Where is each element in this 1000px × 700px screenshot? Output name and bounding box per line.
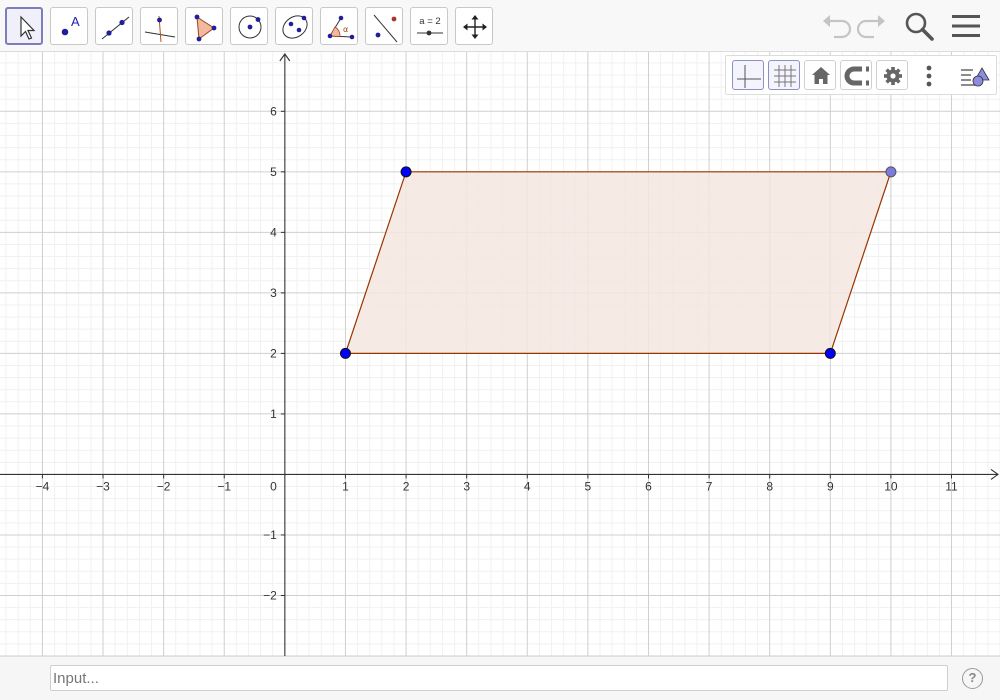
parallelogram[interactable] — [339, 166, 897, 359]
point-tool-button[interactable]: A — [50, 7, 88, 45]
x-tick-label: −1 — [217, 479, 231, 493]
search-button[interactable] — [901, 8, 937, 44]
home-icon — [812, 67, 830, 84]
algebra-input-field[interactable] — [50, 665, 948, 691]
axes-toggle-icon — [737, 65, 761, 88]
parallelogram-polygon[interactable] — [344, 171, 892, 354]
polygon-tool-button[interactable] — [185, 7, 223, 45]
x-tick-label: 6 — [645, 479, 652, 493]
input-help-button[interactable]: ? — [962, 668, 983, 689]
move-graphics-view-tool-button[interactable] — [455, 7, 493, 45]
settings-button[interactable] — [876, 60, 908, 90]
more-vertical-icon — [926, 65, 932, 87]
angle-tool-button[interactable]: α — [320, 7, 358, 45]
origin-label: 0 — [270, 479, 277, 493]
grid-toggle-icon — [774, 65, 796, 87]
y-tick-label: 5 — [270, 165, 277, 179]
x-tick-label: 8 — [766, 479, 773, 493]
graphics-canvas[interactable]: −4 −3 −2 −1 1 2 3 4 5 6 7 8 9 10 11 6 5 4 3 2 1 −1 −2 0 — [0, 52, 1000, 656]
main-menu-button[interactable] — [948, 8, 984, 44]
move-cursor-icon — [20, 15, 36, 40]
undo-icon — [823, 15, 852, 39]
x-tick-label: 5 — [585, 479, 592, 493]
x-tick-label: −4 — [36, 479, 50, 493]
more-options-button[interactable] — [912, 60, 944, 90]
standard-view-button[interactable] — [804, 60, 836, 90]
vertex-point[interactable] — [885, 166, 897, 178]
redo-icon — [856, 15, 885, 39]
y-tick-label: 4 — [270, 225, 277, 239]
y-tick-label: 3 — [270, 286, 277, 300]
x-tick-label: 2 — [403, 479, 410, 493]
graphics-view-icon — [961, 67, 990, 87]
y-tick-label: 2 — [270, 346, 277, 360]
menu-icon — [952, 15, 980, 37]
line-tool-button[interactable] — [95, 7, 133, 45]
undo-button[interactable] — [818, 8, 854, 44]
point-capturing-button[interactable] — [840, 60, 872, 90]
input-bar: ? — [0, 656, 1000, 700]
x-tick-label: 11 — [945, 479, 958, 493]
angle-icon: α — [327, 15, 355, 40]
ellipse-icon — [282, 15, 308, 39]
x-tick-label: 7 — [706, 479, 713, 493]
toggle-grid-button[interactable] — [768, 60, 800, 90]
x-tick-label: 1 — [342, 479, 349, 493]
vertex-point[interactable] — [824, 347, 836, 359]
toolbar: A α a = 2 — [0, 0, 1000, 52]
grid — [0, 52, 1000, 656]
y-tick-label: 1 — [270, 407, 277, 421]
reflect-tool-button[interactable] — [365, 7, 403, 45]
point-tool-label: A — [71, 14, 80, 29]
circle-center-point-icon — [238, 15, 262, 39]
graphics-view-menu-button[interactable] — [958, 60, 990, 90]
x-tick-label: 3 — [463, 479, 470, 493]
conic-tool-button[interactable] — [275, 7, 313, 45]
graphics-style-bar — [725, 55, 997, 95]
polygon-icon — [194, 14, 217, 42]
y-tick-label: −1 — [263, 528, 277, 542]
slider-icon: a = 2 — [417, 16, 443, 36]
y-tick-label: −2 — [263, 588, 277, 602]
x-tick-label: −3 — [96, 479, 110, 493]
angle-tool-label: α — [343, 25, 348, 34]
line-through-two-points-icon — [101, 16, 130, 40]
point-icon: A — [61, 14, 80, 36]
slider-tool-button[interactable]: a = 2 — [410, 7, 448, 45]
y-tick-label: 6 — [270, 104, 277, 118]
x-tick-label: 4 — [524, 479, 531, 493]
perpendicular-line-icon — [144, 15, 176, 43]
gear-icon — [884, 67, 902, 85]
circle-center-point-tool-button[interactable] — [230, 7, 268, 45]
vertex-point[interactable] — [400, 166, 412, 178]
move-graphics-view-icon — [463, 15, 487, 39]
x-tick-label: 9 — [827, 479, 834, 493]
magnet-icon — [844, 66, 869, 86]
graphics-view[interactable]: −4 −3 −2 −1 1 2 3 4 5 6 7 8 9 10 11 6 5 4 3 2 1 −1 −2 0 — [0, 52, 1000, 656]
toggle-axes-button[interactable] — [732, 60, 764, 90]
slider-tool-label: a = 2 — [419, 16, 440, 27]
search-icon — [905, 12, 934, 41]
reflect-about-line-icon — [373, 14, 398, 43]
redo-button[interactable] — [854, 8, 890, 44]
x-tick-label: −2 — [157, 479, 171, 493]
perpendicular-line-tool-button[interactable] — [140, 7, 178, 45]
move-tool-button[interactable] — [5, 7, 43, 45]
axes — [0, 53, 999, 656]
x-tick-label: 10 — [884, 479, 898, 493]
vertex-point[interactable] — [339, 347, 351, 359]
